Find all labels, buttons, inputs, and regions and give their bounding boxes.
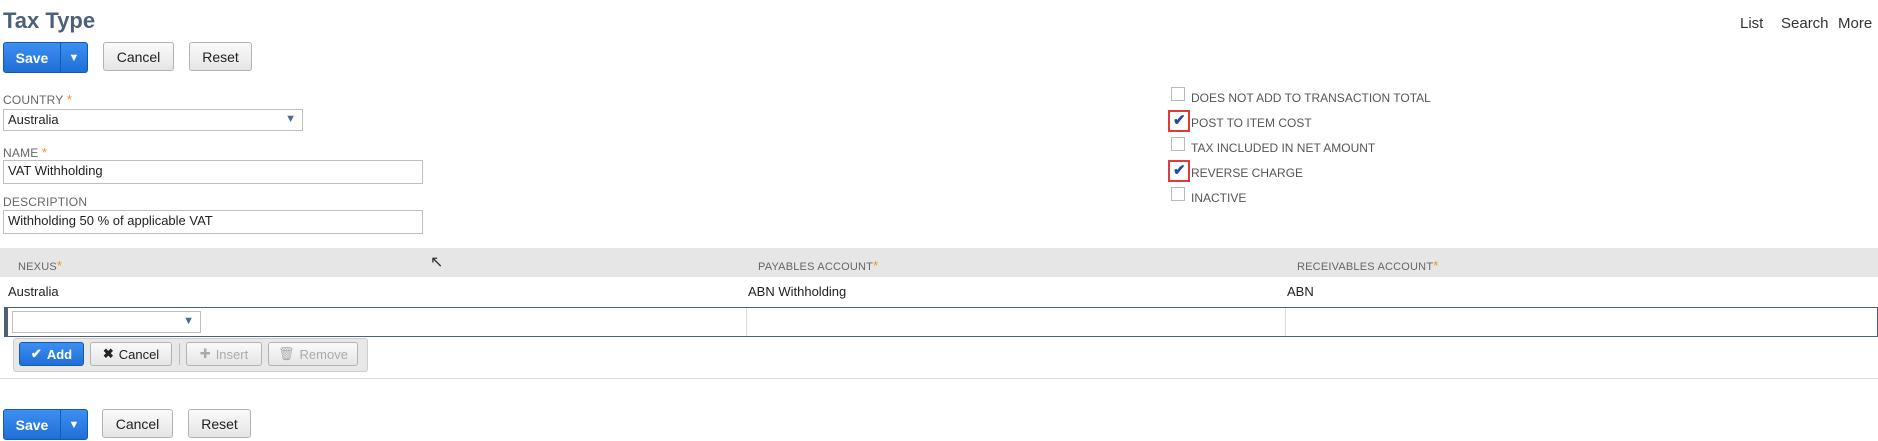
check-icon: ✔ — [30, 346, 42, 361]
name-label: NAME * — [3, 145, 47, 160]
check-icon: ✔ — [1173, 112, 1186, 129]
nexus-select[interactable]: ▼ — [12, 311, 201, 333]
country-label: COUNTRY * — [3, 92, 72, 107]
plus-icon: ✚ — [199, 346, 211, 361]
divider — [179, 343, 180, 365]
chevron-down-icon: ▼ — [183, 315, 194, 327]
checkbox-1[interactable]: ✔ — [1168, 110, 1192, 135]
add-label: Add — [46, 346, 73, 362]
edit-row — [4, 307, 1878, 337]
column-header-receivables[interactable]: RECEIVABLES ACCOUNT* — [1297, 258, 1439, 273]
checkbox-label: INACTIVE — [1191, 191, 1247, 205]
cancel-button-bottom[interactable]: Cancel — [102, 409, 173, 438]
page-title: Tax Type — [3, 8, 96, 33]
checkbox-box — [1171, 187, 1185, 201]
checkbox-3[interactable]: ✔ — [1168, 160, 1192, 185]
description-label: DESCRIPTION — [3, 195, 88, 209]
checkbox-box: ✔ — [1168, 160, 1190, 182]
country-label-text: COUNTRY — [3, 93, 64, 107]
checkbox-2[interactable] — [1168, 136, 1192, 160]
name-label-text: NAME — [3, 146, 39, 160]
country-value: Australia — [8, 112, 59, 127]
table-header — [0, 248, 1878, 277]
name-input[interactable]: VAT Withholding — [3, 160, 423, 184]
save-button-group-bottom: Save ▼ — [3, 409, 88, 440]
checkbox-0[interactable] — [1168, 86, 1192, 110]
country-select[interactable]: Australia ▼ — [3, 109, 303, 131]
checkbox-label: TAX INCLUDED IN NET AMOUNT — [1191, 141, 1376, 155]
save-button-group: Save ▼ — [3, 42, 88, 73]
reset-button-bottom[interactable]: Reset — [188, 409, 251, 438]
cancel-label: Cancel — [118, 346, 160, 362]
column-header-label: NEXUS — [18, 261, 57, 273]
caret-down-icon: ▼ — [68, 51, 80, 64]
required-mark: * — [66, 92, 73, 107]
remove-label: Remove — [299, 346, 348, 362]
column-header-label: PAYABLES ACCOUNT — [758, 261, 874, 273]
column-divider — [1285, 308, 1286, 336]
cell-payables: ABN Withholding — [748, 284, 847, 299]
checkbox-label: REVERSE CHARGE — [1191, 166, 1304, 180]
caret-down-icon: ▼ — [68, 418, 80, 431]
checkbox-box — [1171, 87, 1185, 101]
checkbox-label: DOES NOT ADD TO TRANSACTION TOTAL — [1191, 91, 1431, 105]
table-row[interactable]: Australia ABN Withholding ABN — [0, 278, 1878, 307]
insert-label: Insert — [215, 346, 249, 362]
mouse-cursor-icon: ↖ — [430, 254, 444, 271]
trash-icon: 🗑 — [278, 346, 295, 361]
column-header-payables[interactable]: PAYABLES ACCOUNT* — [758, 258, 878, 273]
required-mark: * — [1433, 258, 1439, 273]
description-input[interactable]: Withholding 50 % of applicable VAT — [3, 210, 423, 234]
column-divider — [746, 308, 747, 336]
save-button-bottom[interactable]: Save — [4, 410, 60, 439]
required-mark: * — [42, 145, 48, 160]
check-icon: ✔ — [1173, 162, 1186, 179]
nav-list-link[interactable]: List — [1740, 15, 1763, 32]
required-mark: * — [873, 258, 879, 273]
cell-receivables: ABN — [1287, 284, 1314, 299]
column-header-nexus[interactable]: NEXUS* — [18, 258, 62, 273]
add-row-button[interactable]: ✔ Add — [19, 342, 84, 366]
nav-more-link[interactable]: More — [1838, 15, 1872, 32]
checkbox-4[interactable] — [1168, 186, 1192, 210]
insert-row-button[interactable]: ✚ Insert — [186, 342, 262, 366]
save-button[interactable]: Save — [4, 43, 60, 72]
chevron-down-icon: ▼ — [285, 113, 296, 125]
column-header-label: RECEIVABLES ACCOUNT — [1297, 261, 1434, 273]
required-mark: * — [56, 258, 63, 273]
checkbox-box — [1171, 137, 1185, 151]
cancel-row-button[interactable]: ✖ Cancel — [90, 342, 172, 366]
remove-row-button[interactable]: 🗑 Remove — [268, 342, 358, 366]
checkbox-box: ✔ — [1168, 110, 1190, 132]
cancel-button[interactable]: Cancel — [103, 42, 174, 71]
checkbox-label: POST TO ITEM COST — [1191, 116, 1312, 130]
save-menu-button[interactable]: ▼ — [60, 43, 87, 72]
reset-button[interactable]: Reset — [189, 42, 252, 71]
nav-search-link[interactable]: Search — [1781, 15, 1829, 32]
divider — [0, 378, 1878, 379]
save-menu-button-bottom[interactable]: ▼ — [60, 410, 87, 439]
cell-nexus: Australia — [8, 284, 59, 299]
close-icon: ✖ — [102, 346, 114, 361]
